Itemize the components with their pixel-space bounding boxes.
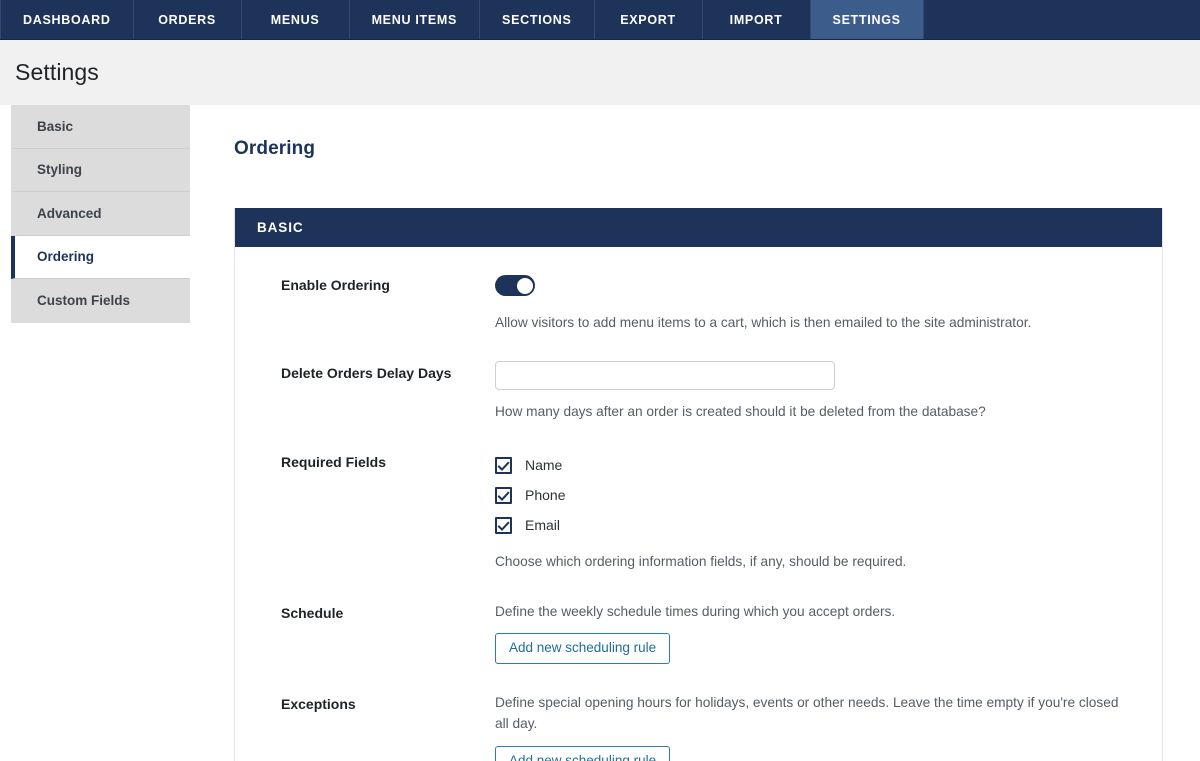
nav-tab-orders[interactable]: ORDERS <box>134 0 242 39</box>
sidebar-item-advanced[interactable]: Advanced <box>11 192 190 236</box>
sidebar-item-label: Basic <box>37 118 74 134</box>
field-label-exceptions: Exceptions <box>281 696 356 713</box>
nav-filler <box>923 0 1200 39</box>
field-control-exceptions: Define special opening hours for holiday… <box>495 692 1142 761</box>
checkbox-label: Phone <box>525 487 566 504</box>
page-title: Settings <box>15 59 99 85</box>
field-control-enable-ordering: Allow visitors to add menu items to a ca… <box>495 273 1142 333</box>
checkbox-checked-icon[interactable] <box>495 456 512 474</box>
sidebar-item-label: Custom Fields <box>37 293 131 309</box>
field-label-enable-ordering: Enable Ordering <box>281 277 390 293</box>
nav-tab-menus[interactable]: MENUS <box>242 0 350 39</box>
nav-tab-dashboard[interactable]: DASHBOARD <box>0 0 134 39</box>
field-label-required-fields: Required Fields <box>281 454 387 471</box>
nav-tab-label: DASHBOARD <box>23 12 111 27</box>
enable-ordering-toggle[interactable] <box>495 275 535 296</box>
field-row-schedule: Schedule Define the weekly schedule time… <box>235 601 1162 665</box>
page-layout: Basic Styling Advanced Ordering Custom F… <box>0 105 1200 761</box>
required-fields-checkbox-list: Name Phone Email <box>495 450 1142 540</box>
sidebar-item-basic[interactable]: Basic <box>11 105 190 149</box>
sidebar-item-custom-fields[interactable]: Custom Fields <box>11 279 190 323</box>
delete-orders-delay-days-input[interactable] <box>495 361 835 391</box>
checkbox-label: Email <box>525 517 561 534</box>
page-header: Settings <box>0 40 1200 105</box>
checkbox-checked-icon[interactable] <box>495 516 512 534</box>
nav-tab-label: MENU ITEMS <box>371 12 458 27</box>
settings-content: Ordering BASIC Enable Ordering Allow vis… <box>190 105 1200 761</box>
card-header-basic: BASIC <box>235 208 1162 247</box>
field-row-exceptions: Exceptions Define special opening hours … <box>235 692 1162 761</box>
nav-tab-label: SECTIONS <box>502 12 572 27</box>
sidebar-item-label: Styling <box>37 162 83 178</box>
nav-tab-label: SETTINGS <box>832 12 901 27</box>
card-body: Enable Ordering Allow visitors to add me… <box>235 247 1162 761</box>
field-row-enable-ordering: Enable Ordering Allow visitors to add me… <box>235 273 1162 333</box>
field-label-delete-orders-delay-days: Delete Orders Delay Days <box>281 365 452 382</box>
add-new-scheduling-rule-button-schedule[interactable]: Add new scheduling rule <box>495 632 671 665</box>
field-description-required-fields: Choose which ordering information fields… <box>495 554 907 570</box>
nav-tab-label: EXPORT <box>620 12 676 27</box>
nav-tab-label: IMPORT <box>729 12 783 27</box>
top-navigation-bar: DASHBOARD ORDERS MENUS MENU ITEMS SECTIO… <box>0 0 1200 40</box>
checkbox-row-name[interactable]: Name <box>495 450 1142 480</box>
basic-settings-card: BASIC Enable Ordering Allow visitors to … <box>234 208 1163 761</box>
field-description-schedule: Define the weekly schedule times during … <box>495 603 896 619</box>
field-label-schedule: Schedule <box>281 604 344 621</box>
nav-tab-label: MENUS <box>270 12 320 27</box>
field-description-exceptions: Define special opening hours for holiday… <box>495 695 1119 732</box>
checkbox-label: Name <box>525 457 563 474</box>
sidebar-item-label: Ordering <box>37 249 95 265</box>
nav-tab-export[interactable]: EXPORT <box>595 0 703 39</box>
field-description-enable-ordering: Allow visitors to add menu items to a ca… <box>495 315 1032 330</box>
field-row-delete-orders-delay-days: Delete Orders Delay Days How many days a… <box>235 361 1162 422</box>
checkbox-row-phone[interactable]: Phone <box>495 480 1142 510</box>
nav-tab-menu-items[interactable]: MENU ITEMS <box>350 0 481 39</box>
nav-tab-import[interactable]: IMPORT <box>703 0 811 39</box>
settings-sidebar: Basic Styling Advanced Ordering Custom F… <box>0 105 190 323</box>
nav-tab-settings[interactable]: SETTINGS <box>810 0 924 39</box>
sidebar-item-ordering[interactable]: Ordering <box>11 235 190 279</box>
field-row-required-fields: Required Fields Name Phone Email Choose … <box>235 450 1162 572</box>
section-title-ordering: Ordering <box>234 138 316 159</box>
nav-tab-label: ORDERS <box>158 12 216 27</box>
checkbox-row-email[interactable]: Email <box>495 510 1142 540</box>
sidebar-item-styling[interactable]: Styling <box>11 148 190 192</box>
add-new-scheduling-rule-button-exceptions[interactable]: Add new scheduling rule <box>495 745 671 761</box>
nav-tab-sections[interactable]: SECTIONS <box>480 0 595 39</box>
field-control-delete-orders-delay-days: How many days after an order is created … <box>495 361 1142 422</box>
field-control-schedule: Define the weekly schedule times during … <box>495 601 1142 665</box>
sidebar-item-label: Advanced <box>37 205 102 221</box>
field-control-required-fields: Name Phone Email Choose which ordering i… <box>495 450 1142 572</box>
checkbox-checked-icon[interactable] <box>495 486 512 504</box>
toggle-knob <box>516 277 533 294</box>
field-description-delete-orders-delay-days: How many days after an order is created … <box>495 404 986 420</box>
sidebar-items-list: Basic Styling Advanced Ordering Custom F… <box>11 105 190 323</box>
